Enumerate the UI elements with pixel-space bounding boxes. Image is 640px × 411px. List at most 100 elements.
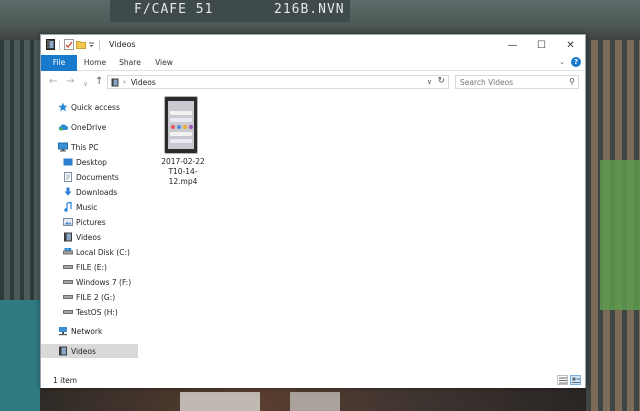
- up-arrow-icon[interactable]: ↑: [95, 76, 103, 88]
- ribbon-right-controls: ⌄ ?: [559, 57, 581, 67]
- ribbon-tabs: File Home Share View ⌄ ?: [41, 55, 585, 71]
- tab-file[interactable]: File: [41, 55, 77, 71]
- videos-icon: [46, 39, 55, 50]
- sidebar-item-label: TestOS (H:): [76, 307, 118, 317]
- view-switcher: [557, 375, 581, 385]
- refresh-icon[interactable]: ↻: [437, 76, 445, 86]
- sidebar-item-videos-selected[interactable]: Videos: [41, 344, 138, 358]
- breadcrumb-chevron-icon[interactable]: ›: [123, 78, 126, 86]
- drive-icon: [63, 247, 73, 257]
- thumbnail-dot: [183, 125, 187, 129]
- sidebar-item-downloads[interactable]: Downloads: [41, 185, 138, 199]
- title-bar: Videos — ☐ ✕: [41, 35, 585, 55]
- help-icon[interactable]: ?: [571, 57, 581, 67]
- videos-icon: [111, 78, 119, 87]
- tab-view[interactable]: View: [149, 55, 179, 71]
- file-item[interactable]: 2017-02-22 T10-14-12.mp4: [155, 96, 211, 186]
- search-icon[interactable]: ⚲: [569, 77, 575, 86]
- sidebar-item-file-e[interactable]: FILE (E:): [41, 260, 138, 274]
- sidebar-item-windows7-f[interactable]: Windows 7 (F:): [41, 275, 138, 289]
- file-list: 2017-02-22 T10-14-12.mp4: [141, 93, 585, 373]
- drive-icon: [63, 307, 73, 317]
- sidebar-item-label: Videos: [71, 346, 96, 356]
- address-dropdown-icon[interactable]: ∨: [427, 78, 432, 86]
- music-icon: [63, 202, 73, 212]
- thumbnail-row: [170, 111, 192, 115]
- sidebar-item-quick-access[interactable]: Quick access: [41, 100, 138, 114]
- close-button[interactable]: ✕: [556, 35, 585, 55]
- forward-arrow-icon[interactable]: →: [66, 76, 74, 88]
- expand-ribbon-icon[interactable]: ⌄: [559, 58, 565, 66]
- cloud-icon: [58, 122, 68, 132]
- wallpaper-bottom-block: [180, 392, 260, 411]
- wallpaper-bottom-block-2: [290, 392, 340, 411]
- details-view-button[interactable]: [557, 375, 568, 385]
- sidebar-item-label: FILE 2 (G:): [76, 292, 116, 302]
- sidebar-item-label: Network: [71, 326, 103, 336]
- star-icon: [58, 102, 68, 112]
- search-input[interactable]: [460, 76, 560, 88]
- thumbnail-dot: [189, 125, 193, 129]
- drive-icon: [63, 292, 73, 302]
- sidebar-item-label: OneDrive: [71, 122, 107, 132]
- sidebar-item-local-disk-c[interactable]: Local Disk (C:): [41, 245, 138, 259]
- toolbar-separator: [99, 39, 100, 50]
- file-name: 2017-02-22 T10-14-12.mp4: [155, 157, 211, 187]
- thumbnail-dot: [171, 125, 175, 129]
- video-thumbnail: [164, 96, 198, 154]
- sidebar-item-label: Documents: [76, 172, 119, 182]
- item-count: 1 item: [53, 376, 78, 385]
- thumbnail-row: [170, 139, 192, 143]
- sidebar-item-testos-h[interactable]: TestOS (H:): [41, 305, 138, 319]
- wallpaper-sign: F/CAFE 51 216B.NVN: [110, 0, 350, 22]
- explorer-window: Videos — ☐ ✕ File Home Share View ⌄ ? ← …: [40, 34, 586, 388]
- drive-icon: [63, 277, 73, 287]
- tab-home[interactable]: Home: [79, 55, 111, 71]
- sidebar-item-label: Music: [76, 202, 98, 212]
- sidebar-item-videos[interactable]: Videos: [41, 230, 138, 244]
- sidebar-item-onedrive[interactable]: OneDrive: [41, 120, 138, 134]
- status-bar: 1 item: [41, 373, 585, 388]
- details-view-icon: [558, 377, 567, 383]
- minimize-button[interactable]: —: [498, 35, 527, 55]
- sidebar-item-label: Quick access: [71, 102, 120, 112]
- sidebar-item-label: Desktop: [76, 157, 107, 167]
- sidebar-item-network[interactable]: Network: [41, 324, 138, 338]
- breadcrumb[interactable]: Videos: [131, 78, 156, 87]
- back-arrow-icon[interactable]: ←: [49, 76, 57, 88]
- sidebar-item-label: Pictures: [76, 217, 106, 227]
- thumbnail-row: [170, 118, 192, 122]
- videos-icon: [63, 232, 73, 242]
- toolbar-separator: [59, 39, 60, 50]
- sidebar-item-pictures[interactable]: Pictures: [41, 215, 138, 229]
- computer-icon: [58, 142, 68, 152]
- sidebar-item-this-pc[interactable]: This PC: [41, 140, 138, 154]
- network-icon: [58, 326, 68, 336]
- sidebar-item-label: Local Disk (C:): [76, 247, 130, 257]
- tab-share[interactable]: Share: [114, 55, 146, 71]
- sidebar-item-desktop[interactable]: Desktop: [41, 155, 138, 169]
- drive-icon: [63, 262, 73, 272]
- wallpaper-right-green: [600, 160, 640, 310]
- sidebar-item-documents[interactable]: Documents: [41, 170, 138, 184]
- customize-toolbar-icon[interactable]: [88, 39, 95, 50]
- sidebar-item-label: FILE (E:): [76, 262, 107, 272]
- address-bar[interactable]: › Videos ∨ ↻: [107, 75, 449, 89]
- wallpaper-sign-text-left: F/CAFE 51: [134, 2, 214, 17]
- maximize-button[interactable]: ☐: [527, 35, 556, 55]
- window-title: Videos: [109, 40, 136, 49]
- search-box[interactable]: ⚲: [455, 75, 579, 89]
- thumbnail-screen: [168, 101, 194, 149]
- thumbnail-row: [170, 132, 192, 136]
- new-folder-icon[interactable]: [76, 39, 86, 50]
- sidebar-item-file2-g[interactable]: FILE 2 (G:): [41, 290, 138, 304]
- sidebar-item-music[interactable]: Music: [41, 200, 138, 214]
- wallpaper-sign-text-right: 216B.NVN: [274, 2, 345, 17]
- recent-locations-icon[interactable]: ∨: [83, 78, 88, 90]
- window-controls: — ☐ ✕: [498, 35, 585, 55]
- documents-icon: [63, 172, 73, 182]
- quick-access-toolbar: [46, 39, 101, 50]
- file-name-line-2: T10-14-12.mp4: [168, 167, 198, 186]
- large-icons-view-button[interactable]: [570, 375, 581, 385]
- properties-icon[interactable]: [64, 39, 74, 50]
